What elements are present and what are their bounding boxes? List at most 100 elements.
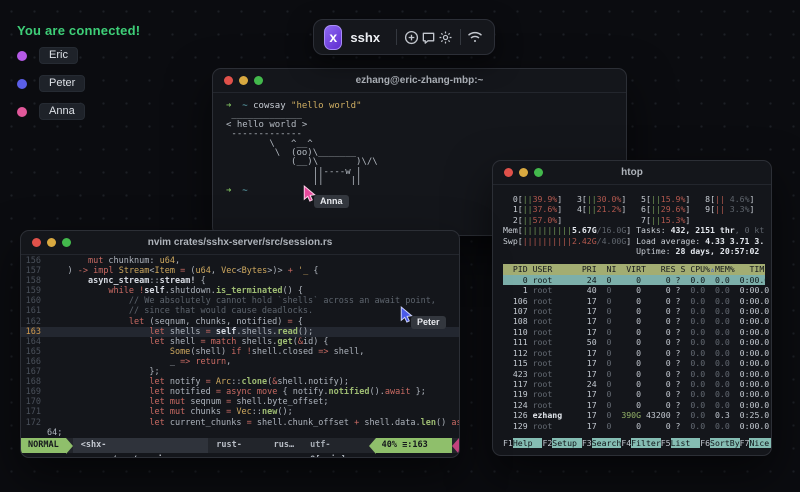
code-line[interactable]: 160 // We absolutely cannot hold `shells… — [21, 296, 459, 306]
code-line[interactable]: 172 let current_chunks = shell.chunk_off… — [21, 418, 459, 428]
fkey-number: F2 — [542, 437, 553, 448]
htop-process-row[interactable]: 115 root 17 0 0 0 ? 0.0 0.0 0:00.0 — [503, 358, 769, 368]
terminal-window-htop[interactable]: htop 0[||39.9%] 3[||30.0%] 5[||15.9%] 8[… — [492, 160, 772, 456]
user-name-badge: Peter — [39, 75, 86, 92]
line-number: 158 — [25, 276, 41, 287]
htop-table-header[interactable]: PID USER PRI NI VIRT RES S CPU%▵MEM% TIM… — [503, 264, 772, 275]
maximize-button[interactable] — [62, 238, 71, 247]
fkey-action[interactable]: Filter — [631, 437, 661, 448]
window-titlebar[interactable]: htop — [493, 161, 771, 185]
htop-process-row[interactable]: 124 root 17 0 0 0 ? 0.0 0.0 0:00.0 — [503, 400, 769, 410]
window-titlebar[interactable]: nvim crates/sshx-server/src/session.rs — [21, 231, 459, 255]
terminal-line: 0[||39.9%] 3[||30.0%] 5[||15.9%] 8[|| 4.… — [503, 194, 755, 204]
code-line[interactable]: 169 let notified = async move { notify.n… — [21, 387, 459, 397]
nvim-statusbar: NORMAL <shx-server/src/session.rs rust-a… — [21, 438, 459, 457]
htop-process-row[interactable]: 110 root 17 0 0 0 ? 0.0 0.0 0:00.0 — [503, 327, 769, 337]
plus-circle-icon — [404, 30, 418, 44]
fkey-number: F1 — [503, 437, 513, 448]
fkey-action[interactable]: Help — [512, 437, 543, 448]
htop-function-keys: F1 Help F2 Setup F3 Search F4 Filter F5 List F6… — [503, 437, 771, 448]
code-line[interactable]: 168 let notify = Arc::clone(&shell.notif… — [21, 377, 459, 387]
code-line[interactable]: 159 while !self.shutdown.is_terminated()… — [21, 286, 459, 296]
user-row: Peter — [17, 74, 86, 93]
code-line[interactable]: 167 }; — [21, 367, 459, 377]
minimize-button[interactable] — [519, 168, 528, 177]
gear-icon — [439, 31, 452, 43]
settings-button[interactable] — [437, 25, 454, 49]
htop-process-row[interactable]: 1 root 40 0 0 0 ? 0.0 0.0 0:00.0 — [503, 285, 770, 295]
close-button[interactable] — [504, 168, 513, 177]
statusbar-lsp: rust-ana… — [216, 440, 242, 457]
window-title: ezhang@eric-zhang-mbp:~ — [355, 75, 484, 86]
user-color-dot — [17, 78, 27, 89]
line-number: 165 — [25, 346, 41, 357]
code-line[interactable]: 163 let shells = self.shells.read(); — [21, 326, 459, 337]
htop-process-row[interactable]: 106 root 17 0 0 0 ? 0.0 0.0 0:00.0 — [503, 296, 769, 306]
htop-meters: 0[||39.9%] 3[||30.0%] 5[||15.9%] 8[|| 4.… — [503, 194, 765, 256]
terminal-line: 2[||57.0%] 7[||15.3%] — [503, 214, 691, 225]
connected-status: You are connected! — [17, 23, 141, 38]
code-line[interactable]: 165 Some(shell) if !shell.closed => shel… — [21, 347, 459, 357]
window-titlebar[interactable]: ezhang@eric-zhang-mbp:~ — [213, 69, 626, 93]
terminal-line: Mem[||||||||||5.67G/16.0G] Tasks: 432, 2… — [503, 225, 765, 236]
powerline-separator — [368, 438, 376, 454]
htop-process-row[interactable]: 111 root 50 0 0 0 ? 0.0 0.0 0:00.0 — [503, 337, 769, 347]
connection-status-button[interactable] — [467, 25, 484, 49]
code-line[interactable]: 64; — [21, 428, 459, 438]
code-line[interactable]: 162 let (seqnum, chunks, notified) = { — [21, 317, 459, 327]
fkey-number: F5 — [660, 437, 671, 448]
fkey-action[interactable]: Search — [591, 437, 622, 448]
code-line[interactable]: 161 // since that would cause deadlocks. — [21, 306, 459, 316]
code-line[interactable]: 158 async_stream::stream! { — [21, 276, 459, 286]
chat-button[interactable] — [420, 25, 437, 49]
nvim-editor[interactable]: 156 mut chunknum: u64, 157 ) -> impl Stre… — [21, 256, 459, 438]
minimize-button[interactable] — [47, 238, 56, 247]
htop-content[interactable]: 0[||39.9%] 3[||30.0%] 5[||15.9%] 8[|| 4.… — [503, 194, 772, 455]
user-presence-list: Eric Peter Anna — [17, 46, 86, 130]
line-number: 164 — [25, 336, 41, 347]
powerline-separator — [452, 438, 459, 454]
statusbar-encoding: utf-8[unix] — [310, 440, 346, 457]
htop-process-row[interactable]: 119 root 17 0 0 0 ? 0.0 0.0 0:00.0 — [503, 389, 769, 399]
code-line[interactable]: 156 mut chunknum: u64, — [21, 256, 459, 266]
line-number: 163 — [25, 326, 41, 337]
minimize-button[interactable] — [239, 76, 248, 85]
code-line[interactable]: 164 let shell = match shells.get(&id) { — [21, 337, 459, 347]
code-line[interactable]: 166 _ => return, — [21, 357, 459, 367]
fkey-action[interactable]: List — [670, 437, 701, 448]
code-line[interactable]: 170 let mut seqnum = shell.byte_offset; — [21, 397, 459, 407]
line-number — [21, 428, 47, 438]
htop-process-row[interactable]: 108 root 17 0 0 0 ? 0.0 0.0 0:00.0 — [503, 316, 769, 326]
traffic-lights — [32, 231, 71, 254]
code-line[interactable]: 171 let mut chunks = Vec::new(); — [21, 407, 459, 417]
maximize-button[interactable] — [254, 76, 263, 85]
htop-process-row[interactable]: 423 root 17 0 0 0 ? 0.0 0.0 0:00.0 — [503, 369, 769, 379]
line-number: 169 — [25, 387, 41, 398]
close-button[interactable] — [224, 76, 233, 85]
htop-process-row[interactable]: 126 ezhang 17 0 390G 43200 ? 0.0 0.3 0:2… — [503, 410, 769, 420]
terminal-line: PID USER PRI NI VIRT RES S CPU%▵MEM% TIM… — [503, 264, 772, 275]
sshx-logo[interactable]: x — [324, 24, 343, 50]
htop-process-row[interactable]: 112 root 17 0 0 0 ? 0.0 0.0 0:00.0 — [503, 348, 769, 358]
htop-process-row[interactable]: 107 root 17 0 0 0 ? 0.0 0.0 0:00.0 — [503, 306, 769, 316]
code-line[interactable]: 157 ) -> impl Stream<Item = (u64, Vec<By… — [21, 266, 459, 276]
terminal-window-nvim[interactable]: nvim crates/sshx-server/src/session.rs 1… — [20, 230, 460, 458]
maximize-button[interactable] — [534, 168, 543, 177]
window-title: nvim crates/sshx-server/src/session.rs — [147, 237, 333, 248]
cursor-name-label: Peter — [411, 316, 446, 329]
fkey-action[interactable]: Nice — [749, 437, 771, 448]
fkey-action[interactable]: Setup — [552, 437, 582, 448]
remote-cursor-anna: Anna — [301, 185, 349, 208]
htop-process-row[interactable]: 0 root 24 0 0 0 ? 0.0 0.0 0:00.0 — [503, 274, 769, 286]
terminal-line: Swp[||||||||||2.42G/4.00G] Load average:… — [503, 235, 765, 246]
htop-process-row[interactable]: 129 root 17 0 0 0 ? 0.0 0.0 0:00.0 — [503, 421, 769, 431]
cursor-name-label: Anna — [314, 195, 349, 208]
line-number: 161 — [25, 306, 41, 317]
htop-process-row[interactable]: 117 root 24 0 0 0 ? 0.0 0.0 0:00.0 — [503, 379, 769, 389]
close-button[interactable] — [32, 238, 41, 247]
user-color-dot — [17, 106, 27, 117]
window-title: htop — [621, 167, 643, 178]
line-number: 156 — [25, 256, 41, 266]
new-terminal-button[interactable] — [403, 25, 420, 49]
fkey-action[interactable]: SortBy — [710, 437, 740, 448]
